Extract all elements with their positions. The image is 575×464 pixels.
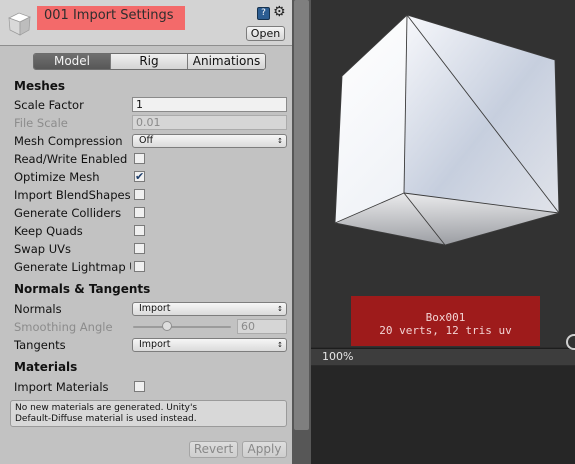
materials-help-note: No new materials are generated. Unity's … bbox=[10, 400, 287, 427]
scale-factor-label: Scale Factor bbox=[14, 98, 84, 112]
tab-model[interactable]: Model bbox=[34, 54, 111, 69]
mesh-preview-cube[interactable] bbox=[311, 0, 575, 347]
normals-label: Normals bbox=[14, 302, 62, 316]
mesh-compression-dropdown[interactable]: Off ↕ bbox=[132, 134, 287, 148]
gear-icon[interactable]: ⚙ bbox=[273, 4, 286, 20]
note-line-2: Default-Diffuse material is used instead… bbox=[15, 414, 197, 424]
inspector-panel: 001 Import Settings ? ⚙ Open Model Rig A… bbox=[0, 0, 292, 464]
open-button[interactable]: Open bbox=[246, 26, 285, 41]
asset-cube-icon bbox=[8, 12, 31, 36]
scale-factor-input[interactable]: 1 bbox=[132, 97, 287, 112]
generate-colliders-checkbox[interactable] bbox=[134, 207, 145, 218]
generate-lightmap-checkbox[interactable] bbox=[134, 261, 145, 272]
file-scale-field: 0.01 bbox=[132, 115, 287, 130]
inspector-scrollbar-thumb[interactable] bbox=[294, 0, 309, 430]
import-blendshapes-label: Import BlendShapes bbox=[14, 188, 131, 202]
optimize-mesh-label: Optimize Mesh bbox=[14, 170, 100, 184]
dropdown-arrow-icon: ↕ bbox=[277, 341, 283, 349]
read-write-checkbox[interactable] bbox=[134, 153, 145, 164]
revert-button[interactable]: Revert bbox=[189, 441, 238, 458]
import-materials-label: Import Materials bbox=[14, 380, 109, 394]
swap-uvs-label: Swap UVs bbox=[14, 242, 71, 256]
keep-quads-checkbox[interactable] bbox=[134, 225, 145, 236]
optimize-mesh-checkbox[interactable]: ✔ bbox=[134, 171, 145, 182]
apply-button[interactable]: Apply bbox=[242, 441, 287, 458]
generate-colliders-label: Generate Colliders bbox=[14, 206, 122, 220]
smoothing-angle-field: 60 bbox=[237, 319, 287, 334]
smoothing-angle-slider bbox=[133, 326, 231, 328]
mesh-compression-value: Off bbox=[139, 135, 154, 146]
mesh-stats: 20 verts, 12 tris uv bbox=[379, 324, 512, 337]
smoothing-angle-slider-thumb bbox=[162, 321, 172, 331]
help-icon[interactable]: ? bbox=[257, 7, 270, 20]
tab-rig[interactable]: Rig bbox=[111, 54, 188, 69]
import-blendshapes-checkbox[interactable] bbox=[134, 189, 145, 200]
normals-dropdown[interactable]: Import ↕ bbox=[132, 302, 287, 316]
importer-tabs: Model Rig Animations bbox=[33, 53, 266, 70]
zoom-level: 100% bbox=[322, 350, 354, 363]
section-normals-tangents: Normals & Tangents bbox=[14, 282, 151, 296]
mesh-info-overlay: Box001 20 verts, 12 tris uv bbox=[351, 296, 540, 346]
read-write-label: Read/Write Enabled bbox=[14, 152, 128, 166]
smoothing-angle-label: Smoothing Angle bbox=[14, 320, 113, 334]
generate-lightmap-label: Generate Lightmap UVs bbox=[14, 260, 131, 274]
tangents-label: Tangents bbox=[14, 338, 66, 352]
tangents-value: Import bbox=[139, 339, 171, 350]
keep-quads-label: Keep Quads bbox=[14, 224, 83, 238]
note-line-1: No new materials are generated. Unity's bbox=[15, 403, 198, 413]
tangents-dropdown[interactable]: Import ↕ bbox=[132, 338, 287, 352]
lower-panel bbox=[311, 366, 575, 464]
swap-uvs-checkbox[interactable] bbox=[134, 243, 145, 254]
section-materials: Materials bbox=[14, 360, 78, 374]
mesh-name: Box001 bbox=[425, 311, 466, 324]
dropdown-arrow-icon: ↕ bbox=[277, 305, 283, 313]
preview-resize-handle[interactable] bbox=[566, 334, 575, 350]
mesh-compression-label: Mesh Compression bbox=[14, 134, 123, 148]
inspector-title: 001 Import Settings bbox=[44, 8, 174, 23]
import-materials-checkbox[interactable] bbox=[134, 381, 145, 392]
tab-animations[interactable]: Animations bbox=[188, 54, 265, 69]
normals-value: Import bbox=[139, 303, 171, 314]
section-meshes: Meshes bbox=[14, 79, 66, 93]
dropdown-arrow-icon: ↕ bbox=[277, 137, 283, 145]
file-scale-label: File Scale bbox=[14, 116, 68, 130]
